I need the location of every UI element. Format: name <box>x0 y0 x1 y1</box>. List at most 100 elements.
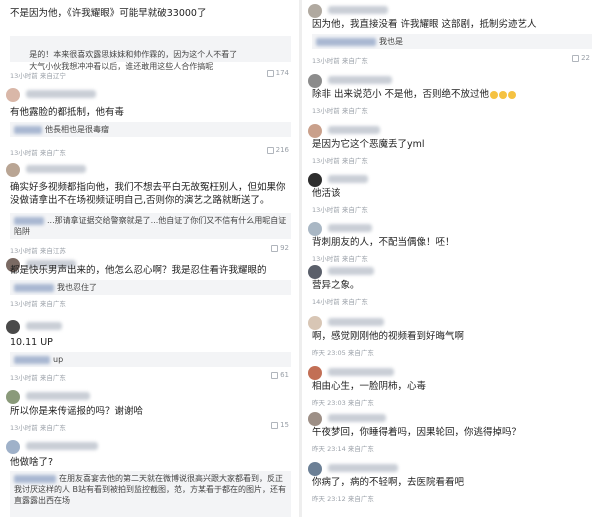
reply-box[interactable]: 我也是 <box>312 34 592 49</box>
like-count: 92 <box>280 244 289 252</box>
avatar[interactable] <box>308 412 322 426</box>
comment-meta: 昨天 23:14 来自广东 <box>312 445 374 453</box>
like-count: 174 <box>275 69 289 77</box>
right-comment-column: 因为他，我直接没看 许我耀眼 这部剧，抵制劣迹艺人 我也是 13小时前 来自广东… <box>302 0 600 517</box>
reply-username <box>14 125 42 134</box>
reply-box[interactable]: 我也忍住了 <box>10 280 291 295</box>
like-button[interactable]: 22 <box>572 54 590 62</box>
comment-text: 10.11 UP <box>10 337 53 348</box>
comment-meta: 13小时前 来自广东 <box>10 149 66 157</box>
avatar[interactable] <box>308 462 322 476</box>
like-count: 61 <box>280 371 289 379</box>
comment-text: 他活该 <box>312 188 341 199</box>
avatar[interactable] <box>6 320 20 334</box>
comment-meta: 13小时前 来自广东 <box>312 107 368 115</box>
avatar[interactable] <box>6 440 20 454</box>
left-comment-column: 不是因为他，《许我耀眼》可能早就破33000了 是的！本来很喜欢露思妹妹和帅作霖… <box>0 0 299 517</box>
like-button[interactable]: 216 <box>266 146 289 154</box>
comment-meta: 13小时前 来自江苏 <box>10 247 66 255</box>
reply-text: ...那请拿证据交给警察就是了...他自证了你们又不信有什么用呢自证陷阱 <box>14 216 287 236</box>
reply-box[interactable]: up <box>10 352 291 367</box>
comment-text: 因为他，我直接没看 许我耀眼 这部剧，抵制劣迹艺人 <box>312 19 537 30</box>
comment-text-body: 除非 出来说范小 不是他，否则绝不放过他 <box>312 89 490 100</box>
username[interactable] <box>328 414 386 422</box>
comment-text: 相由心生，一脸阴柿，心毒 <box>312 381 427 392</box>
reply-username <box>14 474 56 483</box>
comment-meta: 13小时前 来自广东 <box>10 300 66 308</box>
comment-text: 营异之象。 <box>312 280 360 291</box>
smile-emoji-icon <box>508 90 517 99</box>
thumb-up-icon <box>271 244 279 252</box>
like-count: 22 <box>581 54 590 62</box>
comment-meta: 昨天 23:12 来自广东 <box>312 495 374 503</box>
username[interactable] <box>26 165 86 173</box>
comment-meta: 昨天 23:05 来自广东 <box>312 349 374 357</box>
reply-text: 我也是 <box>379 37 403 46</box>
username[interactable] <box>328 224 372 232</box>
reply-box-line: 大气小伙我想冲冲看以后，谁还敢用这些人合作搞呢 <box>10 48 291 71</box>
reply-text: 我也忍住了 <box>57 283 97 292</box>
like-button[interactable]: 15 <box>271 421 289 429</box>
comment-text: 背刺朋友的人，不配当偶像！呸！ <box>312 237 455 248</box>
username[interactable] <box>328 267 374 275</box>
comment-meta: 13小时前 来自辽宁 <box>10 72 66 80</box>
username[interactable] <box>328 126 380 134</box>
comment-text: 都是快乐男声出来的，他怎么忍心啊？我是忍住看许我耀眼的 <box>10 265 267 276</box>
avatar[interactable] <box>6 88 20 102</box>
avatar[interactable] <box>308 316 322 330</box>
like-count: 15 <box>280 421 289 429</box>
thumb-up-icon <box>572 54 580 62</box>
username[interactable] <box>328 318 384 326</box>
username[interactable] <box>26 442 98 450</box>
comment-text: 不是因为他，《许我耀眼》可能早就破33000了 <box>10 8 207 19</box>
comment-text: 是因为它这个恶魔丢了yml <box>312 139 425 150</box>
comment-text: 啊，感觉刚刚他的视频看到好晦气啊 <box>312 331 465 342</box>
avatar[interactable] <box>308 222 322 236</box>
comment-text: 你病了，病的不轻啊，去医院看看吧 <box>312 477 465 488</box>
comment-text: 午夜梦回，你睡得着吗，因果轮回，你逃得掉吗？ <box>312 427 522 438</box>
avatar[interactable] <box>308 4 322 18</box>
username[interactable] <box>328 464 398 472</box>
like-button[interactable]: 174 <box>266 69 289 77</box>
like-count: 216 <box>275 146 289 154</box>
avatar[interactable] <box>308 74 322 88</box>
username[interactable] <box>328 175 368 183</box>
like-button[interactable]: 61 <box>271 371 289 379</box>
reply-text: 他長相也是很毒瘤 <box>45 125 109 134</box>
comment-meta: 13小时前 来自广东 <box>312 255 368 263</box>
comment-meta: 13小时前 来自广东 <box>10 374 66 382</box>
avatar[interactable] <box>308 173 322 187</box>
comment-meta: 13小时前 来自广东 <box>312 206 368 214</box>
comment-meta: 13小时前 来自广东 <box>10 424 66 432</box>
username[interactable] <box>26 392 90 400</box>
avatar[interactable] <box>308 265 322 279</box>
username[interactable] <box>26 90 96 98</box>
thumb-up-icon <box>266 146 274 154</box>
thumb-up-icon <box>266 69 274 77</box>
comment-text: 他做啥了? <box>10 457 54 468</box>
avatar[interactable] <box>6 390 20 404</box>
username[interactable] <box>26 322 62 330</box>
avatar[interactable] <box>6 163 20 177</box>
username[interactable] <box>328 6 388 14</box>
username[interactable] <box>328 76 392 84</box>
comment-text: 除非 出来说范小 不是他，否则绝不放过他 <box>312 88 592 101</box>
comment-meta: 昨天 23:03 来自广东 <box>312 399 374 407</box>
reply-box[interactable]: ...那请拿证据交给警察就是了...他自证了你们又不信有什么用呢自证陷阱 <box>10 213 291 239</box>
smile-emoji-icon <box>499 90 508 99</box>
username[interactable] <box>328 368 394 376</box>
comment-text: 所以你是来传谣报的吗？谢谢哈 <box>10 406 144 417</box>
reply-text: up <box>53 355 64 364</box>
avatar[interactable] <box>308 366 322 380</box>
reply-box[interactable]: 他長相也是很毒瘤 <box>10 122 291 137</box>
comment-meta: 14小时前 来自广东 <box>312 298 368 306</box>
like-button[interactable]: 92 <box>271 244 289 252</box>
comment-meta: 13小时前 来自广东 <box>312 157 368 165</box>
comment-text: 确实好多视频都指向他，我们不想去平白无故冤枉别人，但如果你没做请拿出不在场视频证… <box>10 182 286 206</box>
reply-username <box>14 216 44 225</box>
reply-box[interactable]: 在朋友喜宴去他的第二天就在微博说很高兴跟大家都看到，反正我讨厌这样的人 B站有看… <box>10 471 291 517</box>
avatar[interactable] <box>308 124 322 138</box>
comment-meta: 13小时前 来自广东 <box>312 57 368 65</box>
smile-emoji-icon <box>490 90 499 99</box>
comment-text: 有他露脸的都抵制，他有毒 <box>10 107 125 118</box>
